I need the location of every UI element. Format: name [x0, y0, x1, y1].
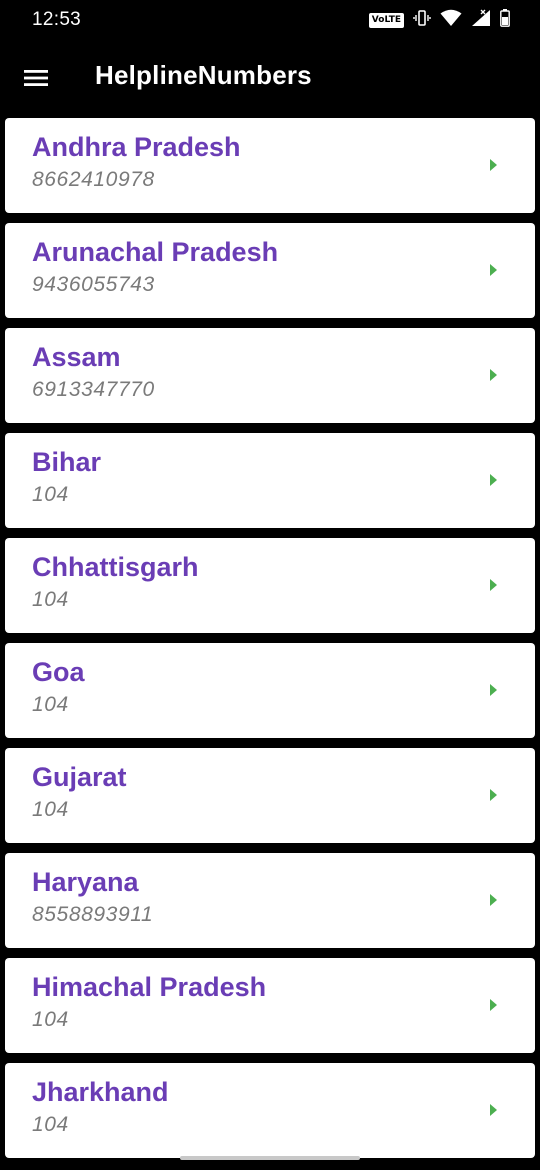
list-item[interactable]: Chhattisgarh 104 [5, 538, 535, 633]
list-item[interactable]: Bihar 104 [5, 433, 535, 528]
list-item[interactable]: Himachal Pradesh 104 [5, 958, 535, 1053]
helpline-number: 104 [32, 483, 69, 506]
vibrate-icon [413, 9, 431, 32]
status-bar: 12:53 VoLTE [0, 0, 540, 40]
signal-icon [471, 9, 491, 32]
chevron-right-icon [490, 264, 497, 276]
list-item[interactable]: Andhra Pradesh 8662410978 [5, 118, 535, 213]
helpline-number: 104 [32, 1113, 69, 1136]
battery-icon [500, 8, 510, 32]
state-name: Andhra Pradesh [32, 132, 241, 162]
helpline-number: 8558893911 [32, 903, 154, 926]
chevron-right-icon [490, 159, 497, 171]
status-icons: VoLTE [368, 8, 510, 32]
hamburger-menu-icon[interactable] [16, 58, 56, 98]
state-name: Himachal Pradesh [32, 972, 267, 1002]
list-item[interactable]: Jharkhand 104 [5, 1063, 535, 1158]
status-time: 12:53 [32, 9, 82, 30]
app-bar: HelplineNumbers [0, 40, 540, 114]
list-item[interactable]: Haryana 8558893911 [5, 853, 535, 948]
wifi-icon [440, 9, 462, 32]
helpline-number: 104 [32, 1008, 69, 1031]
page-title: HelplineNumbers [95, 60, 312, 90]
state-name: Bihar [32, 447, 102, 477]
helpline-number: 8662410978 [32, 168, 155, 191]
list-item[interactable]: Arunachal Pradesh 9436055743 [5, 223, 535, 318]
state-name: Chhattisgarh [32, 552, 199, 582]
chevron-right-icon [490, 894, 497, 906]
gesture-nav-handle[interactable] [180, 1156, 360, 1160]
helpline-number: 104 [32, 693, 69, 716]
chevron-right-icon [490, 579, 497, 591]
state-name: Goa [32, 657, 85, 687]
list-item[interactable]: Goa 104 [5, 643, 535, 738]
list-item[interactable]: Assam 6913347770 [5, 328, 535, 423]
helpline-number: 6913347770 [32, 378, 155, 401]
helpline-number: 104 [32, 798, 69, 821]
chevron-right-icon [490, 789, 497, 801]
helpline-number: 9436055743 [32, 273, 155, 296]
helpline-list: Andhra Pradesh 8662410978 Arunachal Prad… [5, 118, 535, 1168]
chevron-right-icon [490, 369, 497, 381]
chevron-right-icon [490, 474, 497, 486]
state-name: Jharkhand [32, 1077, 169, 1107]
chevron-right-icon [490, 1104, 497, 1116]
state-name: Gujarat [32, 762, 127, 792]
helpline-number: 104 [32, 588, 69, 611]
chevron-right-icon [490, 684, 497, 696]
state-name: Assam [32, 342, 121, 372]
list-item[interactable]: Gujarat 104 [5, 748, 535, 843]
chevron-right-icon [490, 999, 497, 1011]
state-name: Arunachal Pradesh [32, 237, 279, 267]
state-name: Haryana [32, 867, 139, 897]
volte-icon: VoLTE [368, 12, 404, 28]
